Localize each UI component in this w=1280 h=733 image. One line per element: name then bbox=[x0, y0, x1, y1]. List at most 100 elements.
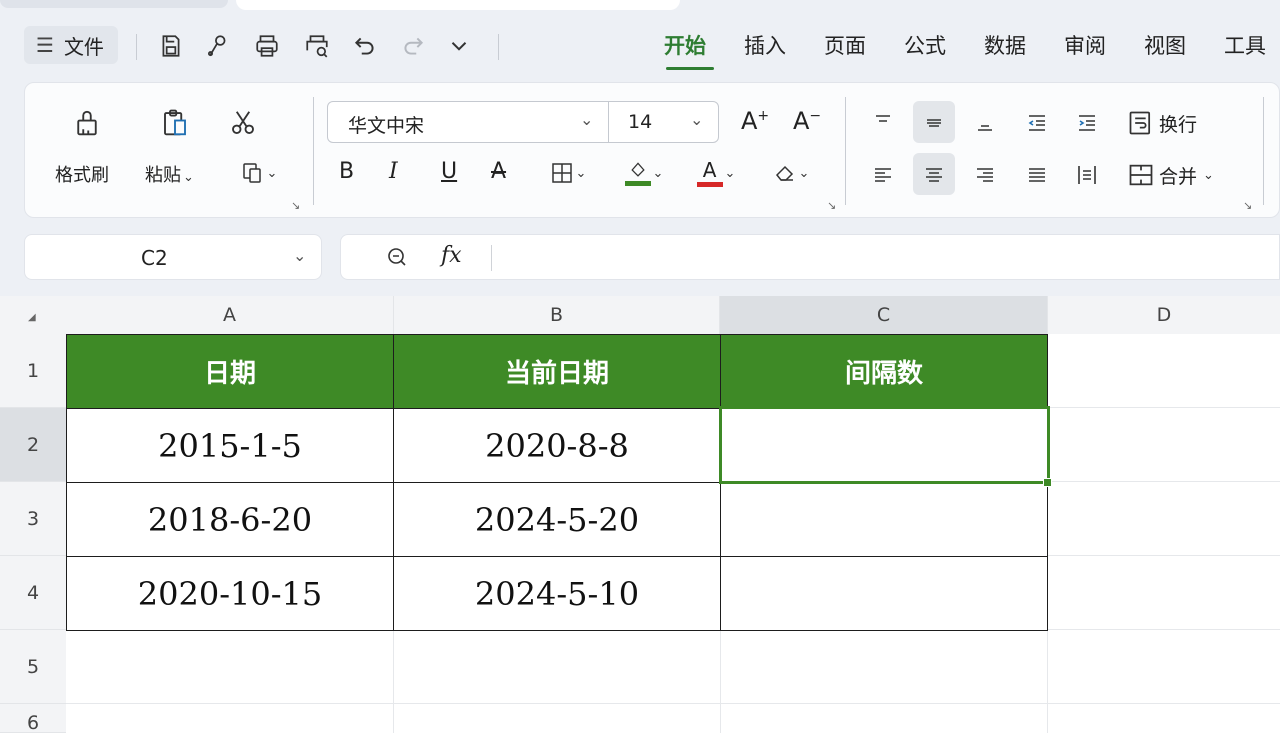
align-left-icon[interactable] bbox=[867, 159, 899, 191]
align-right-icon[interactable] bbox=[969, 159, 1001, 191]
chevron-down-icon[interactable]: ⌄ bbox=[690, 110, 703, 129]
fill-color-button[interactable]: ⌄ bbox=[617, 155, 671, 191]
wrap-text-label: 换行 bbox=[1159, 113, 1198, 136]
borders-button[interactable]: ⌄ bbox=[541, 157, 595, 189]
column-header-d[interactable]: D bbox=[1048, 296, 1280, 334]
font-name-input[interactable]: 华文中宋 bbox=[348, 111, 424, 138]
decrease-font-icon[interactable]: A− bbox=[793, 107, 821, 135]
row-header-1[interactable]: 1 bbox=[0, 334, 66, 408]
save-icon[interactable] bbox=[154, 30, 188, 62]
chevron-down-icon[interactable]: ⌄ bbox=[580, 110, 593, 129]
ribbon-tabs: 开始 插入 页面 公式 数据 审阅 视图 工具 bbox=[664, 28, 1280, 70]
tab-insert[interactable]: 插入 bbox=[744, 28, 824, 68]
column-header-a[interactable]: A bbox=[66, 296, 394, 334]
format-painter-label[interactable]: 格式刷 bbox=[55, 161, 109, 187]
bottom-align-icon[interactable] bbox=[969, 107, 1001, 139]
cell-b3[interactable]: 2024-5-20 bbox=[393, 482, 721, 557]
divider bbox=[1263, 97, 1264, 205]
row-header-6[interactable]: 6 bbox=[0, 704, 66, 733]
divider bbox=[313, 97, 314, 205]
merge-cells-button[interactable]: 合并 ⌄ bbox=[1127, 157, 1227, 193]
active-cell-outline bbox=[719, 406, 1050, 484]
font-color-swatch bbox=[696, 181, 723, 187]
print-preview-icon[interactable] bbox=[300, 30, 334, 62]
row-header-2[interactable]: 2 bbox=[0, 408, 66, 482]
cell-c3[interactable] bbox=[720, 482, 1048, 557]
cut-icon[interactable] bbox=[225, 105, 261, 141]
font-size-input[interactable]: 14 bbox=[628, 111, 652, 133]
inactive-window-tab[interactable] bbox=[0, 0, 228, 8]
undo-icon[interactable] bbox=[348, 30, 382, 62]
cell-b2[interactable]: 2020-8-8 bbox=[393, 408, 721, 483]
hamburger-icon: ☰ bbox=[36, 33, 54, 57]
distributed-align-icon[interactable] bbox=[1071, 159, 1103, 191]
fill-handle[interactable] bbox=[1043, 478, 1052, 487]
paste-button[interactable]: 粘贴 ⌄ bbox=[145, 161, 194, 187]
column-header-c[interactable]: C bbox=[720, 296, 1048, 334]
row-header-5[interactable]: 5 bbox=[0, 630, 66, 704]
tab-page[interactable]: 页面 bbox=[824, 28, 904, 68]
increase-indent-icon[interactable] bbox=[1071, 107, 1103, 139]
decrease-indent-icon[interactable] bbox=[1021, 107, 1053, 139]
row-header-4[interactable]: 4 bbox=[0, 556, 66, 630]
chevron-down-icon[interactable]: ⌄ bbox=[293, 246, 306, 265]
dialog-launcher-icon[interactable]: ↘ bbox=[1243, 199, 1252, 212]
clear-format-button[interactable]: ⌄ bbox=[763, 157, 819, 189]
fill-color-swatch bbox=[624, 181, 651, 186]
export-icon[interactable] bbox=[200, 30, 234, 62]
copy-button[interactable]: ⌄ bbox=[229, 157, 289, 189]
header-cell-interval[interactable]: 间隔数 bbox=[720, 334, 1048, 409]
wrap-text-icon bbox=[1129, 111, 1151, 135]
merge-cells-icon bbox=[1129, 164, 1153, 186]
underline-icon[interactable]: U bbox=[441, 159, 457, 184]
header-cell-current-date[interactable]: 当前日期 bbox=[393, 334, 721, 409]
select-all-corner[interactable]: ◢ bbox=[0, 296, 66, 334]
gridline bbox=[66, 703, 1280, 704]
row-header-3[interactable]: 3 bbox=[0, 482, 66, 556]
print-icon[interactable] bbox=[250, 30, 284, 62]
cell-reference: C2 bbox=[141, 246, 168, 270]
font-color-button[interactable]: A ⌄ bbox=[689, 155, 743, 191]
cell-b4[interactable]: 2024-5-10 bbox=[393, 556, 721, 631]
chevron-down-icon[interactable] bbox=[442, 30, 476, 62]
tab-review[interactable]: 审阅 bbox=[1064, 28, 1144, 68]
cell-a2[interactable]: 2015-1-5 bbox=[66, 408, 394, 483]
zoom-formula-icon[interactable] bbox=[385, 245, 409, 273]
divider bbox=[498, 34, 499, 60]
header-cell-date[interactable]: 日期 bbox=[66, 334, 394, 409]
chevron-down-icon: ⌄ bbox=[652, 165, 664, 181]
increase-font-icon[interactable]: A+ bbox=[741, 107, 769, 135]
divider bbox=[608, 102, 609, 142]
justify-icon[interactable] bbox=[1021, 159, 1053, 191]
formula-input[interactable] bbox=[505, 245, 1265, 271]
dialog-launcher-icon[interactable]: ↘ bbox=[291, 199, 300, 212]
strikethrough-icon[interactable]: A bbox=[491, 159, 506, 184]
cell-a4[interactable]: 2020-10-15 bbox=[66, 556, 394, 631]
font-selector: 华文中宋 ⌄ 14 ⌄ bbox=[327, 101, 719, 143]
paste-icon[interactable] bbox=[155, 103, 195, 143]
chevron-down-icon: ⌄ bbox=[575, 165, 587, 181]
format-painter-icon[interactable] bbox=[69, 105, 105, 141]
tab-home[interactable]: 开始 bbox=[664, 28, 744, 70]
file-menu-button[interactable]: ☰ 文件 bbox=[24, 26, 118, 64]
align-center-icon[interactable] bbox=[918, 159, 950, 191]
cell-a3[interactable]: 2018-6-20 bbox=[66, 482, 394, 557]
cell-c4[interactable] bbox=[720, 556, 1048, 631]
italic-icon[interactable]: I bbox=[389, 159, 398, 184]
tab-data[interactable]: 数据 bbox=[984, 28, 1064, 68]
tab-tools[interactable]: 工具 bbox=[1224, 28, 1280, 68]
wrap-text-button[interactable]: 换行 bbox=[1127, 105, 1217, 141]
divider bbox=[491, 245, 492, 271]
column-header-b[interactable]: B bbox=[394, 296, 720, 334]
redo-icon[interactable] bbox=[396, 30, 430, 62]
tab-formula[interactable]: 公式 bbox=[904, 28, 984, 68]
formula-bar: fx bbox=[340, 234, 1280, 280]
fx-icon[interactable]: fx bbox=[441, 243, 462, 268]
middle-align-icon[interactable] bbox=[918, 107, 950, 139]
tab-view[interactable]: 视图 bbox=[1144, 28, 1224, 68]
top-align-icon[interactable] bbox=[867, 107, 899, 139]
name-box[interactable]: C2 ⌄ bbox=[24, 234, 322, 280]
dialog-launcher-icon[interactable]: ↘ bbox=[827, 199, 836, 212]
bold-icon[interactable]: B bbox=[339, 159, 354, 184]
active-window-tab[interactable] bbox=[236, 0, 680, 10]
